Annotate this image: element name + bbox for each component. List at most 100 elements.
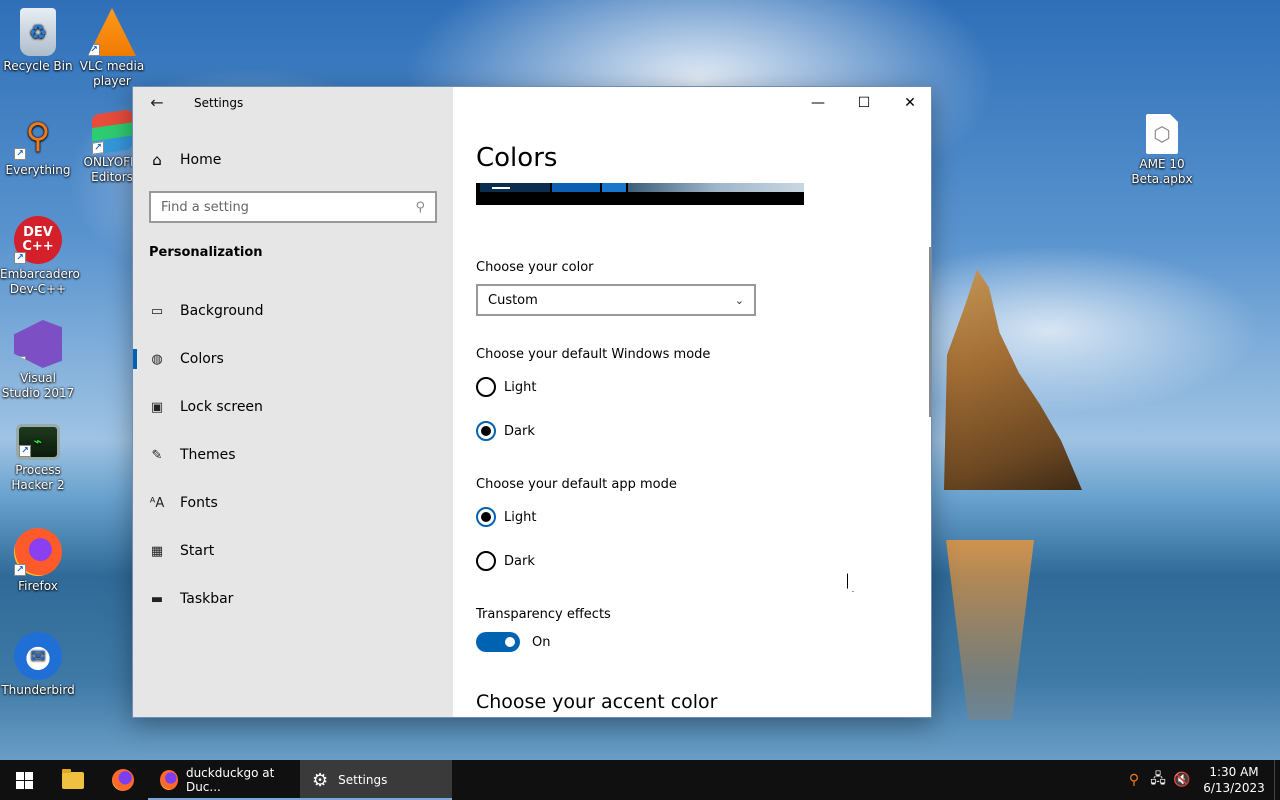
onlyoffice-icon: ↗ <box>92 109 132 155</box>
desktop-icon-label: Embarcadero Dev-C++ <box>0 267 80 296</box>
desktop-icon-everything[interactable]: ⚲ ↗ Everything <box>0 112 76 178</box>
desktop-icon-firefox[interactable]: ↗ Firefox <box>0 528 76 594</box>
desktop-icon-recycle-bin[interactable]: ♻ Recycle Bin <box>0 8 76 74</box>
taskbar: duckduckgo at Duc... ⚙ Settings ⚲ 🖧 🔇 1:… <box>0 760 1280 800</box>
windows-mode-light-radio[interactable]: Light <box>476 377 536 397</box>
nav-item-background[interactable]: ▭ Background <box>133 287 453 335</box>
picture-icon: ▭ <box>150 303 164 319</box>
recycle-bin-icon: ♻ <box>20 8 56 56</box>
preview-wallpaper <box>628 183 804 192</box>
show-desktop-button[interactable] <box>1274 760 1280 800</box>
shortcut-arrow-icon: ↗ <box>14 252 26 264</box>
volume-muted-icon[interactable]: 🔇 <box>1170 772 1194 788</box>
folder-icon <box>62 768 84 789</box>
search-input[interactable] <box>161 199 416 215</box>
content-scrollbar[interactable] <box>929 247 931 417</box>
desktop-icon-label: VLC media player <box>79 59 145 88</box>
nav-item-fonts[interactable]: ᴬA Fonts <box>133 479 453 527</box>
transparency-toggle[interactable] <box>476 632 520 652</box>
nav-item-colors[interactable]: ◍ Colors <box>133 335 453 383</box>
window-title: Settings <box>194 96 244 110</box>
radio-label: Dark <box>504 553 535 569</box>
start-button[interactable] <box>0 760 48 800</box>
desktop-icon-process-hacker[interactable]: ⌁ ↗ Process Hacker 2 <box>0 424 76 493</box>
clock[interactable]: 1:30 AM 6/13/2023 <box>1194 764 1274 796</box>
settings-window: ← Settings ⌂ Home ⚲ Personalization ▭ Ba… <box>132 86 932 718</box>
page-title: Colors <box>476 143 558 173</box>
app-mode-dark-radio[interactable]: Dark <box>476 551 535 571</box>
desktop-icon-label: Thunderbird <box>1 683 75 697</box>
desktop-icon-devcpp[interactable]: DEV C++ ↗ Embarcadero Dev-C++ <box>0 216 80 297</box>
nav-item-taskbar[interactable]: ▬ Taskbar <box>133 575 453 623</box>
preview-start-tile <box>480 183 550 192</box>
desktop-icon-apbx-file[interactable]: ⬡ AME 10 Beta.apbx <box>1124 114 1200 187</box>
nav-item-label: Start <box>180 543 215 559</box>
network-icon[interactable]: 🖧 <box>1146 768 1170 792</box>
themes-icon: ✎ <box>151 447 163 463</box>
desktop-icon-vlc[interactable]: ↗ VLC media player <box>74 8 150 89</box>
gear-icon: ⚙ <box>312 769 329 791</box>
taskbar-task-settings[interactable]: ⚙ Settings <box>300 760 452 800</box>
accent-color-heading: Choose your accent color <box>476 691 718 713</box>
process-hacker-icon: ⌁ ↗ <box>16 424 60 460</box>
shortcut-arrow-icon: ↗ <box>88 44 100 56</box>
taskbar-task-duckduckgo[interactable]: duckduckgo at Duc... <box>148 760 300 800</box>
nav-item-start[interactable]: ▦ Start <box>133 527 453 575</box>
mouse-cursor-icon <box>847 573 858 592</box>
desktop-icon-label: Visual Studio 2017 <box>1 371 75 400</box>
nav-list: ▭ Background ◍ Colors ▣ Lock screen ✎ Th… <box>133 287 453 623</box>
app-mode-light-radio[interactable]: Light <box>476 507 536 527</box>
nav-item-label: Taskbar <box>180 591 234 607</box>
wallpaper-rock <box>944 269 1082 490</box>
nav-item-lock-screen[interactable]: ▣ Lock screen <box>133 383 453 431</box>
everything-search-icon[interactable]: ⚲ <box>1122 772 1146 788</box>
windows-mode-dark-radio[interactable]: Dark <box>476 421 535 441</box>
back-arrow-icon[interactable]: ← <box>147 93 167 113</box>
desktop-icon-visual-studio[interactable]: ↗ Visual Studio 2017 <box>0 320 76 401</box>
search-icon: ⚲ <box>415 199 425 215</box>
lock-screen-icon: ▣ <box>150 399 164 415</box>
nav-item-label: Themes <box>180 447 236 463</box>
start-icon: ▦ <box>150 543 164 559</box>
title-bar: ← Settings <box>133 87 453 119</box>
vlc-icon: ↗ <box>88 8 136 56</box>
visual-studio-icon: ↗ <box>14 320 62 368</box>
radio-circle <box>476 377 496 397</box>
windows-mode-label: Choose your default Windows mode <box>476 347 711 362</box>
nav-item-themes[interactable]: ✎ Themes <box>133 431 453 479</box>
desktop-icon-label: Process Hacker 2 <box>11 463 65 492</box>
nav-home[interactable]: ⌂ Home <box>149 149 221 171</box>
radio-dot <box>481 426 491 436</box>
minimize-button[interactable]: — <box>795 87 841 119</box>
preview-tile <box>602 183 626 192</box>
firefox-taskbar-button[interactable] <box>98 760 148 800</box>
maximize-button[interactable]: ☐ <box>841 87 887 119</box>
desktop-icon-thunderbird[interactable]: ✉ Thunderbird <box>0 632 76 698</box>
chevron-down-icon: ⌄ <box>734 293 744 307</box>
firefox-icon: ↗ <box>14 528 62 576</box>
apbx-file-icon: ⬡ <box>1146 114 1178 154</box>
palette-icon: ◍ <box>151 351 163 367</box>
close-button[interactable]: ✕ <box>887 87 931 119</box>
nav-item-label: Lock screen <box>180 399 263 415</box>
choose-color-dropdown[interactable]: Custom ⌄ <box>476 284 756 316</box>
file-explorer-button[interactable] <box>48 760 98 800</box>
shortcut-arrow-icon: ↗ <box>14 356 26 368</box>
home-icon: ⌂ <box>152 151 162 169</box>
thunderbird-icon: ✉ <box>14 632 62 680</box>
settings-nav-pane: ← Settings ⌂ Home ⚲ Personalization ▭ Ba… <box>133 87 453 717</box>
devcpp-badge-text: DEV C++ <box>22 225 54 254</box>
minimize-icon: — <box>811 95 825 111</box>
taskbar-icon: ▬ <box>150 591 164 607</box>
transparency-label: Transparency effects <box>476 607 611 622</box>
clock-date: 6/13/2023 <box>1203 781 1265 795</box>
taskbar-task-label: duckduckgo at Duc... <box>185 766 275 794</box>
radio-circle <box>476 551 496 571</box>
everything-search-icon: ⚲ ↗ <box>14 112 62 160</box>
maximize-icon: ☐ <box>857 95 871 111</box>
nav-item-label: Colors <box>180 351 224 367</box>
search-box[interactable]: ⚲ <box>149 191 437 223</box>
shortcut-arrow-icon: ↗ <box>19 445 31 457</box>
desktop-icon-label: Everything <box>5 163 71 177</box>
close-icon: ✕ <box>904 95 916 111</box>
